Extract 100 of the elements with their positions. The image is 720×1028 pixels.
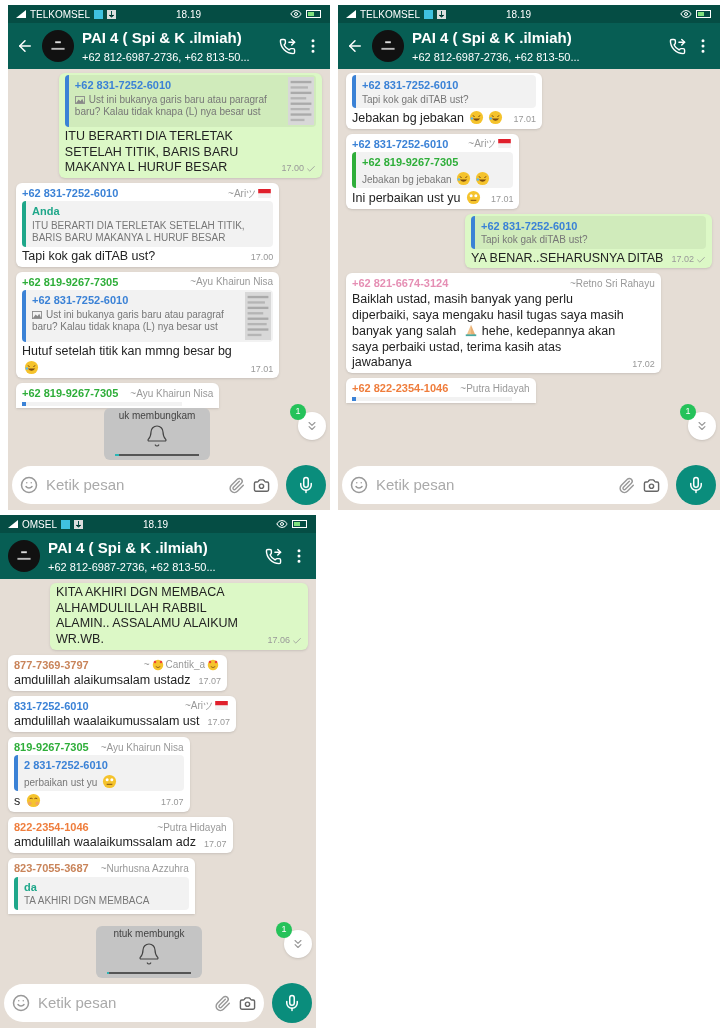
eye-icon xyxy=(276,518,288,530)
toast-text: uk membungkam xyxy=(118,410,196,422)
message-bubble[interactable] xyxy=(346,273,661,373)
message-text: ITU BERARTI DIA TERLETAK SETELAH TITIK, BARIS BARU MAKANYA L HURUF BESAR xyxy=(64,129,240,176)
camera-icon[interactable] xyxy=(253,476,270,494)
battery-icon xyxy=(292,520,308,528)
sender-name: ~Ariツ xyxy=(468,136,514,152)
message-bubble[interactable]: 819-9267-7305 ~Ayu Khairun Nisa 2 831-7252-6010 perbaikan ust yu s 17.07 xyxy=(8,736,190,812)
mic-button[interactable] xyxy=(272,983,312,1023)
quoted-sender: +62 831-7252-6010 xyxy=(32,293,129,308)
emoji-icon xyxy=(456,170,472,186)
group-title[interactable]: PAI 4 ( Spi & K .ilmiah) xyxy=(82,26,242,49)
message-text: s xyxy=(14,793,43,810)
quoted-message[interactable]: +62 831-7252-6010 Tapi kok gak diTAB ust? xyxy=(471,215,706,249)
emoji-icon xyxy=(475,170,491,186)
quoted-message[interactable]: da TA AKHIRI DGN MEMBACA xyxy=(14,876,189,910)
mic-button[interactable] xyxy=(676,465,716,505)
unread-badge: 1 xyxy=(290,404,306,420)
message-time: 17.01 xyxy=(250,362,274,376)
back-icon[interactable] xyxy=(16,37,34,55)
quoted-text: Jebakan bg jebakan xyxy=(362,170,508,187)
chevrons-down-icon xyxy=(695,419,709,433)
camera-icon[interactable] xyxy=(239,994,256,1012)
attach-icon[interactable] xyxy=(618,476,635,494)
message-field[interactable]: Ketik pesan xyxy=(376,473,610,497)
quoted-message[interactable]: 2 831-7252-6010 perbaikan ust yu xyxy=(14,755,184,792)
message-bubble[interactable]: 831-7252-6010 ~Ariツ amdulillah waalaikumussalam ust 17.07 xyxy=(8,695,237,732)
message-bubble[interactable]: KITA AKHIRI DGN MEMBACA ALHAMDULILLAH RABBIL ALAMIN.. ASSALAMU ALAIKUM WR.WB. 17.06 xyxy=(50,583,308,650)
group-avatar[interactable] xyxy=(8,540,40,572)
group-avatar[interactable] xyxy=(372,30,404,62)
quoted-sender: +62 831-7252-6010 xyxy=(362,78,459,93)
message-input[interactable]: Ketik pesan xyxy=(342,466,668,504)
message-bubble[interactable]: +62 831-7252-6010 ~Ariツ +62 819-9267-7305 Jebakan bg jebakan Ini perbaikan ust yu 17.01 xyxy=(346,133,520,209)
group-avatar[interactable] xyxy=(42,30,74,62)
message-bubble[interactable]: +62 831-7252-6010 Ust ini bukanya garis baru atau paragraf baru? Kalau tidak knapa (L) nya besar ust ITU BERARTI DIA TERLETAK SETELAH TITIK, BARIS BARU MAKANYA L HURUF BESAR 17.00 xyxy=(58,73,322,178)
bell-icon xyxy=(137,942,161,966)
message-text: Tapi kok gak diTAB ust? xyxy=(22,248,156,265)
image-icon xyxy=(32,310,42,319)
unread-badge: 1 xyxy=(276,922,292,938)
add-call-icon[interactable] xyxy=(279,37,296,55)
add-call-icon[interactable] xyxy=(265,547,282,565)
sender-number: +62 819-9267-7305 xyxy=(22,386,119,402)
message-text: amdulillah waalaikumssalam adz xyxy=(14,835,197,851)
emoji-icon xyxy=(25,793,41,809)
battery-icon xyxy=(696,10,712,18)
camera-icon[interactable] xyxy=(643,476,660,494)
clock-time: 18.19 xyxy=(143,517,169,532)
emoji-icon[interactable] xyxy=(12,994,30,1012)
message-bubble[interactable]: 877-7369-3797 ~ Cantik_a amdulillah alaikumsalam ustadz 17.07 xyxy=(8,654,227,691)
message-text: Baiklah ustad, masih banyak yang perlu diperbaiki, saya mengaku hasil tugas saya masih banyak yang salah hehe, kedepannya akan saya perbaiki ustad, terima kasih atas jawabanya xyxy=(352,291,625,371)
quoted-sender: +62 831-7252-6010 xyxy=(481,218,578,234)
message-input[interactable]: Ketik pesan xyxy=(12,466,278,504)
sender-number: +62 831-7252-6010 xyxy=(22,185,119,201)
quoted-message[interactable]: +62 819-9267-7305 Jebakan bg jebakan xyxy=(352,152,514,189)
message-bubble[interactable]: +62 831-7252-6010 Tapi kok gak diTAB ust? YA BENAR..SEHARUSNYA DITAB 17.02 xyxy=(465,213,712,269)
message-input[interactable]: Ketik pesan xyxy=(4,984,264,1022)
quoted-text: ITU BERARTI DIA TERLETAK SETELAH TITIK, BARIS BARU MAKANYA L HURUF BESAR xyxy=(32,219,246,245)
quoted-message[interactable]: +62 831-7252-6010 Ust ini bukanya garis baru atau paragraf baru? Kalau tidak knapa (L) nya besar ust xyxy=(64,75,316,127)
emoji-icon xyxy=(24,359,39,375)
message-bubble[interactable]: 822-2354-1046 ~Putra Hidayah amdulillah waalaikumssalam adz 17.07 xyxy=(8,816,233,853)
sender-name: ~Nurhusna Azzuhra xyxy=(100,861,189,876)
message-time: 17.02 xyxy=(632,357,655,371)
message-text: Hutuf setelah titik kan mmng besar bg xyxy=(22,344,243,377)
emoji-icon[interactable] xyxy=(20,476,38,494)
message-bubble[interactable]: +62 831-7252-6010 Tapi kok gak diTAB ust? Jebakan bg jebakan 17.01 xyxy=(346,73,542,129)
sender-name: ~Ariツ xyxy=(184,698,231,714)
message-bubble[interactable]: +62 831-7252-6010 ~Ariツ Anda ITU BERARTI DIA TERLETAK SETELAH TITIK, BARIS BARU MAKANYA L HURUF BESAR Tapi kok gak diTAB ust? 17.00 xyxy=(16,182,280,267)
attach-icon[interactable] xyxy=(228,476,245,494)
group-members: +62 812-6987-2736, +62 813-50... xyxy=(82,50,250,65)
sender-name: ~Retno Sri Rahayu xyxy=(569,277,655,292)
message-time: 17.07 xyxy=(207,716,231,730)
group-title[interactable]: PAI 4 ( Spi & K .ilmiah) xyxy=(48,536,208,559)
message-field[interactable]: Ketik pesan xyxy=(46,473,220,497)
quoted-text: TA AKHIRI DGN MEMBACA xyxy=(24,895,151,908)
message-text: amdulillah waalaikumussalam ust xyxy=(14,714,200,730)
group-title[interactable]: PAI 4 ( Spi & K .ilmiah) xyxy=(412,26,572,49)
message-text: Jebakan bg jebakan xyxy=(352,110,506,127)
back-icon[interactable] xyxy=(346,37,364,55)
message-time: 17.00 xyxy=(281,162,304,176)
attach-icon[interactable] xyxy=(214,994,231,1012)
quoted-sender: Anda xyxy=(32,204,60,220)
add-call-icon[interactable] xyxy=(669,37,686,55)
message-bubble[interactable]: 823-7055-3687 ~Nurhusna Azzuhra da TA AKHIRI DGN MEMBACA xyxy=(8,858,195,914)
message-field[interactable]: Ketik pesan xyxy=(38,991,206,1015)
quoted-message[interactable]: +62 831-7252-6010 Tapi kok gak diTAB ust? xyxy=(352,75,536,108)
quoted-sender: da xyxy=(24,879,37,895)
clock-time: 18.19 xyxy=(176,7,202,22)
quoted-message[interactable]: +62 831-7252-6010 Ust ini bukanya garis baru atau paragraf baru? Kalau tidak knapa (L) nya besar ust xyxy=(22,290,274,342)
emoji-icon[interactable] xyxy=(350,476,368,494)
group-members: +62 812-6987-2736, +62 813-50... xyxy=(412,50,580,65)
sender-number: 823-7055-3687 xyxy=(14,861,89,876)
mic-button[interactable] xyxy=(286,465,326,505)
battery-icon xyxy=(306,10,322,18)
message-time: 17.07 xyxy=(198,675,221,689)
quoted-text: Tapi kok gak diTAB ust? xyxy=(481,234,589,247)
quoted-message[interactable]: Anda ITU BERARTI DIA TERLETAK SETELAH TITIK, BARIS BARU MAKANYA L HURUF BESAR xyxy=(22,201,274,247)
message-time: 17.07 xyxy=(161,796,184,810)
sender-name: ~Ayu Khairun Nisa xyxy=(190,275,274,290)
message-bubble[interactable]: +62 819-9267-7305 ~Ayu Khairun Nisa +62 831-7252-6010 Ust ini bukanya garis baru atau paragraf baru? Kalau tidak knapa (L) nya besar ust Hutuf setelah titik kan mmng besar bg 17.01 xyxy=(16,271,280,379)
mic-icon xyxy=(283,994,301,1012)
